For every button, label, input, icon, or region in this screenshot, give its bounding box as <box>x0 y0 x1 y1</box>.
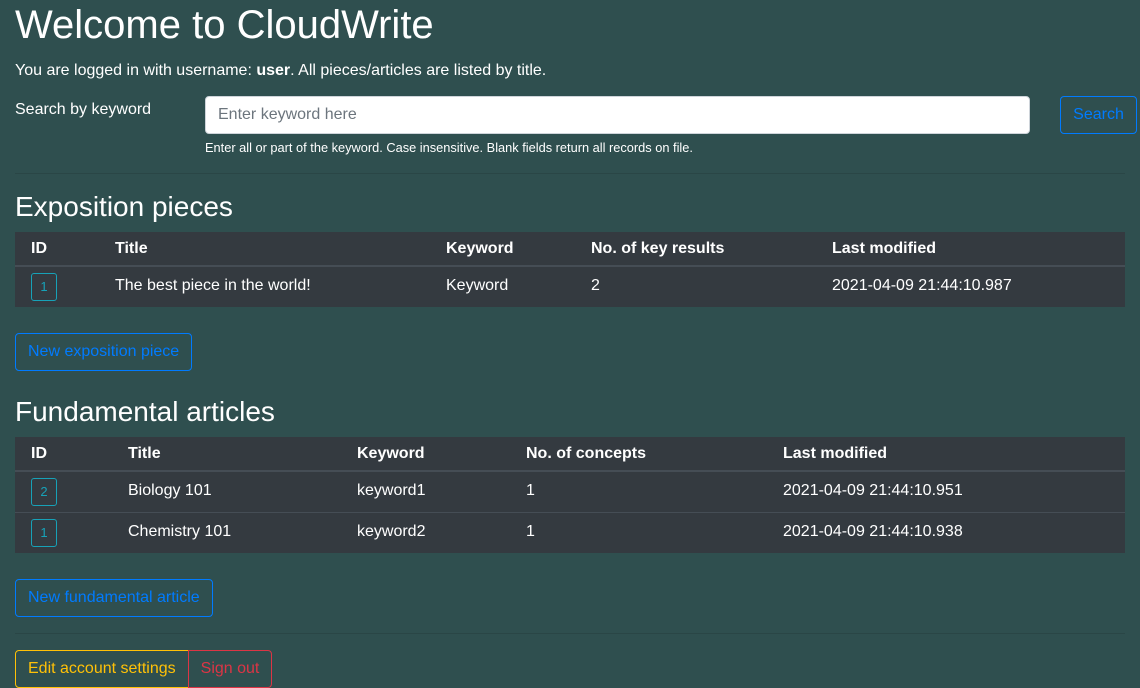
username: user <box>256 62 291 79</box>
column-header: Title <box>112 437 341 472</box>
article-last-modified: 2021-04-09 21:44:10.951 <box>783 482 963 499</box>
column-header: No. of key results <box>575 232 816 267</box>
column-header: ID <box>15 232 99 267</box>
edit-account-settings-button[interactable]: Edit account settings <box>15 650 189 688</box>
article-title: Biology 101 <box>128 482 212 499</box>
column-header: Keyword <box>341 437 510 472</box>
column-header: ID <box>15 437 112 472</box>
column-header: Last modified <box>767 437 1125 472</box>
article-keyword: keyword1 <box>357 482 426 499</box>
login-info-prefix: You are logged in with username: <box>15 62 257 79</box>
article-concepts: 1 <box>526 523 535 540</box>
search-input[interactable] <box>205 96 1030 134</box>
new-fundamental-article-button[interactable]: New fundamental article <box>15 579 213 617</box>
search-button[interactable]: Search <box>1060 96 1137 134</box>
piece-title: The best piece in the world! <box>115 277 311 294</box>
article-keyword: keyword2 <box>357 523 426 540</box>
table-header-row: ID Title Keyword No. of key results Last… <box>15 232 1125 267</box>
column-header: Last modified <box>816 232 1125 267</box>
search-form: Search by keyword Enter all or part of t… <box>15 96 1140 158</box>
divider <box>15 633 1125 634</box>
page: Welcome to CloudWrite You are logged in … <box>0 0 1140 688</box>
article-id-link[interactable]: 1 <box>31 519 57 547</box>
piece-id-link[interactable]: 1 <box>31 273 57 301</box>
piece-keyword: Keyword <box>446 277 509 294</box>
table-row: 1 Chemistry 101 keyword2 1 2021-04-09 21… <box>15 512 1125 553</box>
piece-key-results: 2 <box>591 277 600 294</box>
fundamental-heading: Fundamental articles <box>15 396 275 427</box>
exposition-table: ID Title Keyword No. of key results Last… <box>15 232 1125 307</box>
piece-last-modified: 2021-04-09 21:44:10.987 <box>832 277 1012 294</box>
article-concepts: 1 <box>526 482 535 499</box>
login-info-suffix: . All pieces/articles are listed by titl… <box>290 62 547 79</box>
sign-out-button[interactable]: Sign out <box>187 650 273 688</box>
table-header-row: ID Title Keyword No. of concepts Last mo… <box>15 437 1125 472</box>
new-exposition-piece-button[interactable]: New exposition piece <box>15 333 193 371</box>
fundamental-table: ID Title Keyword No. of concepts Last mo… <box>15 437 1125 553</box>
search-label: Search by keyword <box>15 101 152 118</box>
exposition-heading: Exposition pieces <box>15 191 233 222</box>
account-actions: Edit account settings Sign out <box>15 650 273 688</box>
table-row: 2 Biology 101 keyword1 1 2021-04-09 21:4… <box>15 470 1125 513</box>
article-last-modified: 2021-04-09 21:44:10.938 <box>783 523 963 540</box>
divider <box>15 173 1125 174</box>
login-info: You are logged in with username: user. A… <box>15 60 1125 82</box>
column-header: Keyword <box>430 232 575 267</box>
search-help-text: Enter all or part of the keyword. Case i… <box>205 140 693 155</box>
column-header: No. of concepts <box>510 437 767 472</box>
article-id-link[interactable]: 2 <box>31 478 57 506</box>
article-title: Chemistry 101 <box>128 523 232 540</box>
page-title: Welcome to CloudWrite <box>15 3 434 47</box>
column-header: Title <box>99 232 430 267</box>
table-row: 1 The best piece in the world! Keyword 2… <box>15 265 1125 307</box>
